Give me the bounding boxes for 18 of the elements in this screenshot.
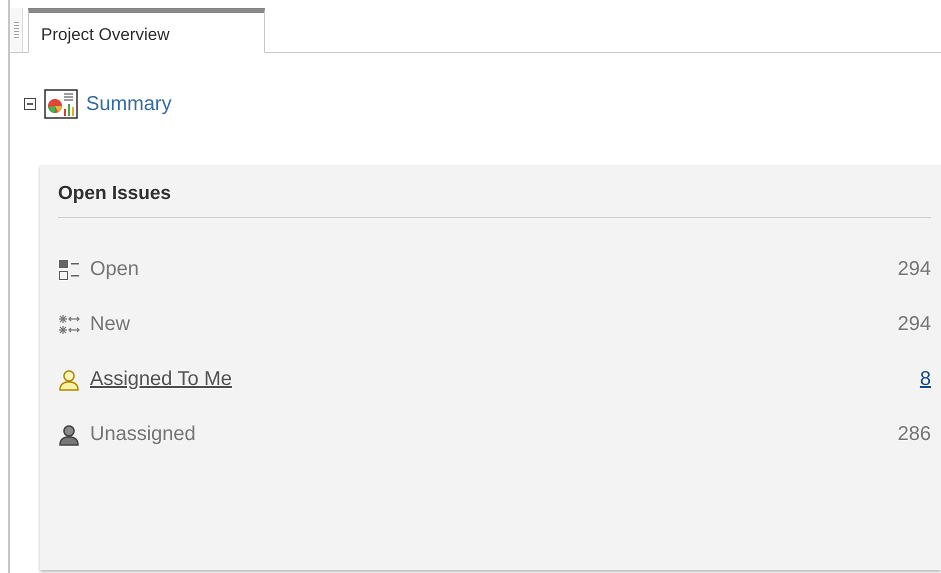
collapse-icon[interactable] <box>24 98 36 110</box>
drag-handle[interactable] <box>10 8 23 52</box>
person-icon <box>58 368 80 390</box>
panel-title: Open Issues <box>58 183 931 218</box>
tab[interactable]: Project Overview <box>28 8 265 53</box>
issue-link[interactable]: Assigned To Me <box>90 368 920 391</box>
issue-label: Open <box>90 258 140 281</box>
asterisk-arrows-icon <box>58 314 80 336</box>
issue-count: 286 <box>898 423 931 446</box>
issue-label: New <box>90 313 132 336</box>
issue-label: Unassigned <box>90 423 197 446</box>
issue-count: 294 <box>898 313 931 336</box>
count-link[interactable]: 8 <box>920 368 931 391</box>
report-icon <box>44 89 78 119</box>
issue-count: 294 <box>898 258 931 281</box>
list-icon <box>58 258 80 280</box>
tree-item[interactable]: Summary <box>86 92 172 116</box>
person-icon <box>58 424 80 446</box>
